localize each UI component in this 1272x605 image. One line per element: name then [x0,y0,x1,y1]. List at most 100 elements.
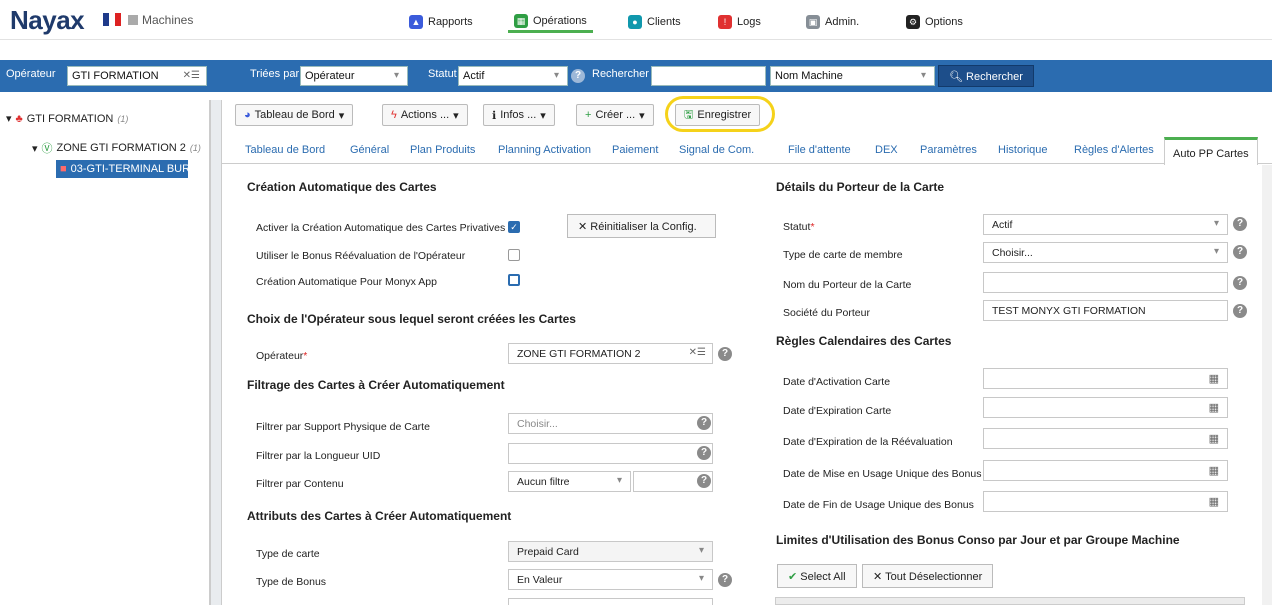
nav-logs[interactable]: ! Logs [712,11,767,33]
section-auto-creation: Création Automatique des Cartes [247,180,437,194]
tab-file-attente[interactable]: File d'attente [788,144,851,156]
tree-node-root[interactable]: ▾ ♣ GTI FORMATION (1) [6,112,128,126]
activate-auto-checkbox[interactable]: ✓ [508,221,520,233]
calendar-icon[interactable]: ▦ [1209,372,1219,385]
nayax-logo[interactable]: Nayax [10,5,85,36]
reeval-expiration-label: Date d'Expiration de la Réévaluation [783,436,953,448]
expiration-date-input[interactable]: ▦ [983,397,1228,418]
help-icon[interactable]: ? [1233,276,1247,290]
help-icon[interactable]: ? [718,573,732,587]
deselect-all-button[interactable]: ✕ Tout Déselectionner [862,564,994,588]
search-field-select[interactable]: Nom Machine [770,66,935,86]
help-icon[interactable]: ? [697,416,711,430]
options-gear-icon: ⚙ [906,15,920,29]
help-icon[interactable]: ? [571,69,585,83]
search-button[interactable]: 🔍︎ Rechercher [938,65,1034,87]
nav-admin[interactable]: ▣ Admin. [800,11,865,33]
nav-operations[interactable]: ▦ Opérations [508,11,593,33]
machine-icon [128,15,138,25]
help-icon[interactable]: ? [1233,217,1247,231]
status-select[interactable]: Actif [983,214,1228,235]
status-label: Statut* [783,221,815,233]
tab-signal-com[interactable]: Signal de Com. [679,144,754,156]
lightning-icon: ϟ [391,109,397,121]
uid-length-input[interactable] [508,443,713,464]
tab-tableau-de-bord[interactable]: Tableau de Bord [245,144,325,156]
help-icon[interactable]: ? [718,347,732,361]
tree-node-machine[interactable]: ■ 03-GTI-TERMINAL BUREAU GTI [56,160,188,178]
dashboard-button[interactable]: ◕ Tableau de Bord ▾ [235,104,354,126]
create-button[interactable]: + Créer ... ▾ [576,104,654,126]
card-type-label: Type de carte [256,548,320,560]
bonus-use-end-input[interactable]: ▦ [983,491,1228,512]
expand-icon[interactable]: ▾ [32,142,38,155]
support-filter-input[interactable]: Choisir... [508,413,713,434]
clear-list-icon[interactable]: ✕☰ [689,347,706,358]
panel-splitter[interactable] [210,100,222,605]
help-icon[interactable]: ? [1233,245,1247,259]
sort-label: Triées par [250,68,300,80]
calendar-icon[interactable]: ▦ [1209,495,1219,508]
check-icon: ✔ [788,571,798,583]
tab-dex[interactable]: DEX [875,144,898,156]
nav-clients[interactable]: ● Clients [622,11,687,33]
calendar-icon[interactable]: ▦ [1209,464,1219,477]
france-flag-icon[interactable] [103,13,121,26]
monyx-app-checkbox[interactable] [508,274,520,286]
expand-icon[interactable]: ▾ [6,112,12,125]
calendar-icon[interactable]: ▦ [1209,401,1219,414]
nav-rapports[interactable]: ▲ Rapports [403,11,479,33]
activation-date-input[interactable]: ▦ [983,368,1228,389]
close-icon: ✕ [578,221,588,233]
help-icon[interactable]: ? [697,446,711,460]
actions-button[interactable]: ϟ Actions ... ▾ [382,104,468,126]
tab-historique[interactable]: Historique [998,144,1048,156]
content-filter-select[interactable]: Aucun filtre [508,471,631,492]
operator-filter-input[interactable]: GTI FORMATION ✕☰ [67,66,207,86]
select-all-button[interactable]: ✔ Select All [777,564,857,588]
clear-list-icon[interactable]: ✕☰ [183,70,200,81]
tab-paiement[interactable]: Paiement [612,144,658,156]
calendar-icon[interactable]: ▦ [1209,432,1219,445]
holder-name-label: Nom du Porteur de la Carte [783,279,912,291]
member-card-type-select[interactable]: Choisir... [983,242,1228,263]
tab-planning-activation[interactable]: Planning Activation [498,144,591,156]
bonus-type-select[interactable]: En Valeur [508,569,713,590]
support-filter-label: Filtrer par Support Physique de Carte [256,421,430,433]
infos-button[interactable]: ℹ Infos ... ▾ [483,104,555,126]
clients-icon: ● [628,15,642,29]
bonus-use-start-input[interactable]: ▦ [983,460,1228,481]
chevron-down-icon: ▾ [453,109,459,122]
reeval-expiration-input[interactable]: ▦ [983,428,1228,449]
monyx-app-label: Création Automatique Pour Monyx App [256,276,437,288]
tab-auto-pp-cartes[interactable]: Auto PP Cartes [1164,137,1258,165]
operator-field-input[interactable]: ZONE GTI FORMATION 2 ✕☰ [508,343,713,364]
holder-name-input[interactable] [983,272,1228,293]
reset-config-button[interactable]: ✕ Réinitialiser la Config. [567,214,716,238]
top-nav-bar: Nayax Machines ▲ Rapports ▦ Opérations ●… [0,0,1272,40]
content-filter-label: Filtrer par Contenu [256,478,344,490]
machine-status-icon: ■ [60,163,67,175]
tab-plan-produits[interactable]: Plan Produits [410,144,475,156]
status-filter-select[interactable]: Actif [458,66,568,86]
section-bonus-limits: Limites d'Utilisation des Bonus Conso pa… [776,533,1180,547]
tab-parametres[interactable]: Paramètres [920,144,977,156]
tab-regles-alertes[interactable]: Règles d'Alertes [1074,144,1154,156]
search-input[interactable] [651,66,766,86]
search-label: Rechercher [592,68,649,80]
tab-general[interactable]: Général [350,144,389,156]
vertical-scrollbar[interactable] [1262,165,1272,605]
nav-options[interactable]: ⚙ Options [900,11,969,33]
cut-off-input[interactable] [508,598,713,605]
info-icon: ℹ [492,109,497,122]
holder-company-input[interactable]: TEST MONYX GTI FORMATION [983,300,1228,321]
chart-icon: ▲ [409,15,423,29]
tree-node-zone[interactable]: ▾ Ⓥ ZONE GTI FORMATION 2 (1) [32,140,201,156]
sort-select[interactable]: Opérateur [300,66,408,86]
help-icon[interactable]: ? [697,474,711,488]
card-type-select[interactable]: Prepaid Card [508,541,713,562]
operator-bonus-checkbox[interactable] [508,249,520,261]
section-holder-details: Détails du Porteur de la Carte [776,180,945,194]
help-icon[interactable]: ? [1233,304,1247,318]
bonus-use-end-label: Date de Fin de Usage Unique des Bonus [783,499,974,511]
